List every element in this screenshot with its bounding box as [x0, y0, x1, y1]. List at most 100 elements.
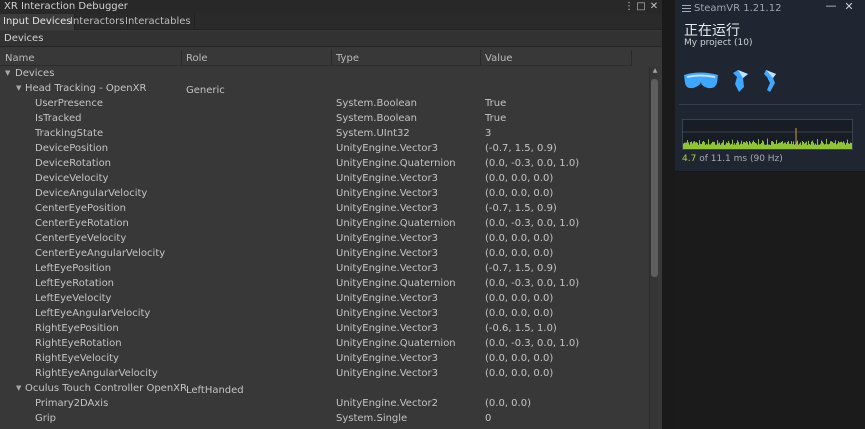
tab-input-devices[interactable]: Input Devices [0, 14, 76, 30]
column-divider[interactable] [631, 50, 632, 66]
tree-item[interactable]: LeftEyeRotation UnityEngine.Quaternion (0.… [0, 276, 650, 291]
tree-item-name: Grip [35, 413, 56, 424]
frame-timing-bar [847, 139, 848, 149]
frame-timing-bar [766, 144, 767, 149]
tree-item[interactable]: LeftEyeVelocity UnityEngine.Vector3 (0.0, … [0, 291, 650, 306]
frame-timing-bar [707, 144, 708, 149]
expand-arrow-icon[interactable]: ▼ [16, 381, 21, 396]
hamburger-menu-icon[interactable] [682, 5, 691, 12]
expand-arrow-icon[interactable]: ▼ [5, 66, 10, 81]
tree-item[interactable]: RightEyeVelocity UnityEngine.Vector3 (0.0,… [0, 351, 650, 366]
frame-timing-bar [695, 142, 696, 149]
frame-timing-bar [790, 143, 791, 149]
close-icon[interactable]: ✕ [843, 0, 855, 14]
frame-timing-bar [779, 142, 780, 149]
tree-item-value: 0 [485, 413, 492, 424]
tree-item[interactable]: CenterEyeAngularVelocity UnityEngine.Vect… [0, 246, 650, 261]
frame-timing-bar [787, 141, 788, 149]
frame-timing-bar [742, 144, 743, 149]
tree-item-type: UnityEngine.Quaternion [336, 338, 456, 349]
tree-item[interactable]: Primary2DAxis UnityEngine.Vector2 (0.0, 0.… [0, 396, 650, 411]
frame-timing-bar [721, 143, 722, 149]
tree-item[interactable]: DevicePosition UnityEngine.Vector3 (-0.7, … [0, 141, 650, 156]
tree-group-row[interactable]: ▼ Head Tracking - OpenXR Generic [0, 81, 650, 96]
frame-timing-bar [770, 144, 771, 149]
tree-item-value: (0.0, 0.0) [485, 398, 531, 409]
frame-timing-bar [768, 144, 769, 149]
tree-item-type: UnityEngine.Vector3 [336, 293, 438, 304]
frame-timing-bar [737, 140, 738, 149]
tree-item-name: CenterEyeRotation [35, 218, 129, 229]
column-header-role[interactable]: Role [186, 53, 208, 64]
tab-interactors[interactable]: Interactors [67, 14, 129, 30]
tree-item[interactable]: IsTracked System.Boolean True [0, 111, 650, 126]
tree-item[interactable]: RightEyeRotation UnityEngine.Quaternion (0… [0, 336, 650, 351]
right-controller-icon[interactable] [764, 70, 776, 92]
frame-timing-bar [774, 143, 775, 149]
column-header-name[interactable]: Name [5, 53, 35, 64]
frame-timing-bar [762, 140, 763, 149]
column-header-value[interactable]: Value [485, 53, 512, 64]
tree-item[interactable]: DeviceRotation UnityEngine.Quaternion (0.0… [0, 156, 650, 171]
tree-item-name: RightEyeRotation [35, 338, 122, 349]
frame-timing-graph[interactable] [682, 119, 853, 150]
frame-timing-bar [740, 143, 741, 149]
more-options-icon[interactable]: ⋮ [623, 0, 635, 14]
column-divider[interactable] [181, 50, 182, 66]
frame-timing-bar [699, 140, 700, 149]
frame-timing-bar [788, 141, 789, 149]
tree-item-value: (-0.7, 1.5, 0.9) [485, 203, 557, 214]
scroll-up-icon[interactable]: ▲ [651, 67, 659, 75]
tree-item[interactable]: UserPresence System.Boolean True [0, 96, 650, 111]
device-tree: ▼ Devices ▼ Head Tracking - OpenXR Generic Us… [0, 66, 650, 426]
tree-item[interactable]: DeviceVelocity UnityEngine.Vector3 (0.0, 0… [0, 171, 650, 186]
vertical-scrollbar[interactable]: ▲ [649, 67, 658, 429]
tree-item-type: UnityEngine.Vector3 [336, 323, 438, 334]
tree-group-row[interactable]: ▼ Devices [0, 66, 650, 81]
frame-timing-bar [698, 144, 699, 149]
close-icon[interactable]: ✕ [648, 0, 660, 14]
frame-timing-bar [689, 144, 690, 149]
frame-timing-bar [761, 142, 762, 149]
tree-item-type: System.Boolean [336, 113, 417, 124]
frame-timing-bar [752, 141, 753, 149]
tree-item[interactable]: CenterEyeVelocity UnityEngine.Vector3 (0.0… [0, 231, 650, 246]
frame-timing-bar [804, 143, 805, 149]
expand-arrow-icon[interactable]: ▼ [16, 81, 21, 96]
tree-group-row[interactable]: ▼ Oculus Touch Controller OpenXR LeftHande… [0, 381, 650, 396]
tree-item[interactable]: LeftEyePosition UnityEngine.Vector3 (-0.7,… [0, 261, 650, 276]
frame-timing-bar [715, 144, 716, 149]
column-header-type[interactable]: Type [336, 53, 359, 64]
left-controller-icon[interactable] [733, 70, 748, 92]
frame-timing-bar [763, 141, 764, 149]
tree-item[interactable]: TrackingState System.UInt32 3 [0, 126, 650, 141]
tree-item[interactable]: RightEyePosition UnityEngine.Vector3 (-0.6… [0, 321, 650, 336]
frame-timing-bar [700, 143, 701, 149]
tree-item-type: System.UInt32 [336, 128, 410, 139]
tree-item[interactable]: LeftEyeAngularVelocity UnityEngine.Vector… [0, 306, 650, 321]
column-divider[interactable] [331, 50, 332, 66]
tree-item-type: UnityEngine.Vector3 [336, 353, 438, 364]
tree-item-name: UserPresence [35, 98, 104, 109]
minimize-icon[interactable]: — [825, 0, 837, 14]
xr-interaction-debugger-window: XR Interaction Debugger ⋮ □ ✕ Input Devi… [0, 0, 662, 429]
headset-icon[interactable] [684, 72, 718, 89]
frame-timing-bar [704, 142, 705, 149]
scrollbar-thumb[interactable] [651, 79, 658, 277]
tree-item[interactable]: Grip System.Single 0 [0, 411, 650, 426]
frame-timing-bar [817, 139, 818, 149]
frame-timing-bar [772, 141, 773, 149]
frame-timing-bar [778, 143, 779, 149]
tree-item-name: Oculus Touch Controller OpenXR [25, 383, 187, 394]
column-divider[interactable] [480, 50, 481, 66]
tab-interactables[interactable]: Interactables [122, 14, 195, 30]
tree-item[interactable]: RightEyeAngularVelocity UnityEngine.Vecto… [0, 366, 650, 381]
tree-item[interactable]: DeviceAngularVelocity UnityEngine.Vector3… [0, 186, 650, 201]
tree-item-name: DeviceRotation [35, 158, 112, 169]
frame-timing-bar [793, 141, 794, 149]
tree-item[interactable]: CenterEyeRotation UnityEngine.Quaternion (… [0, 216, 650, 231]
maximize-icon[interactable]: □ [635, 0, 647, 14]
frame-timing-bar [810, 144, 811, 149]
tree-item[interactable]: CenterEyePosition UnityEngine.Vector3 (-0.… [0, 201, 650, 216]
frame-timing-bar [846, 142, 847, 149]
